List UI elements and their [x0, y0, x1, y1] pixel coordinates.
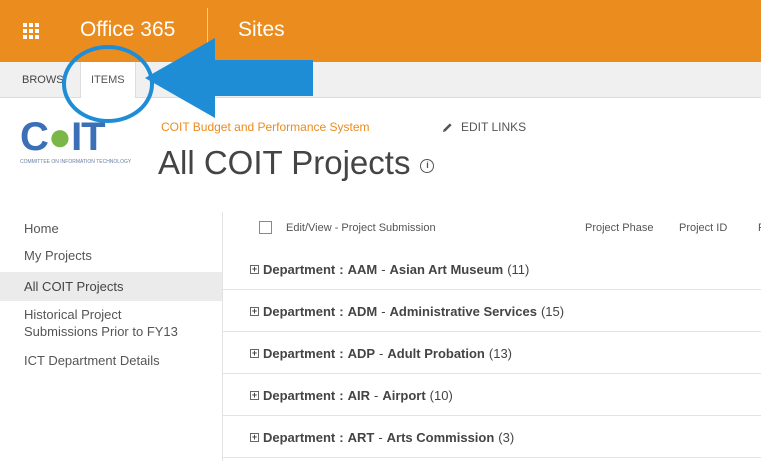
page-title-text: All COIT Projects [158, 144, 411, 181]
nav-item-my-projects[interactable]: My Projects [0, 244, 222, 267]
group-count: (13) [488, 346, 513, 361]
annotation-circle [62, 45, 154, 123]
group-department-name: Airport [382, 388, 426, 403]
group-separator: : [339, 346, 344, 361]
coit-logo[interactable]: C●IT COMMITTEE ON INFORMATION TECHNOLOGY [20, 117, 142, 165]
group-department-code: ADM [347, 304, 378, 319]
group-field-label: Department [263, 304, 336, 319]
group-department-code: ART [347, 430, 375, 445]
group-field-label: Department [263, 430, 336, 445]
tab-browse[interactable]: BROWS [22, 62, 64, 98]
waffle-icon [23, 23, 39, 39]
group-dash: - [378, 430, 383, 445]
group-field-label: Department [263, 388, 336, 403]
column-header-edit-view[interactable]: Edit/View - Project Submission [286, 222, 436, 234]
page-title: All COIT Projects i [158, 144, 435, 182]
quick-launch-nav: Home My Projects All COIT Projects Histo… [0, 212, 222, 372]
expand-plus-icon[interactable]: + [250, 307, 259, 316]
annotation-arrow-icon [145, 38, 313, 118]
group-separator: : [339, 430, 344, 445]
info-icon[interactable]: i [420, 159, 435, 173]
group-row[interactable]: + Department : ADM - Administrative Serv… [222, 290, 761, 332]
group-dash: - [379, 346, 384, 361]
group-row[interactable]: + Department : ADP - Adult Probation (13… [222, 332, 761, 374]
list-column-headers: Edit/View - Project Submission Project P… [222, 212, 761, 244]
group-count: (10) [429, 388, 453, 403]
group-department-code: ADP [347, 346, 376, 361]
column-header-project-phase[interactable]: Project Phase [585, 222, 653, 234]
group-department-code: AIR [347, 388, 370, 403]
expand-plus-icon[interactable]: + [250, 265, 259, 274]
group-department-name: Administrative Services [389, 304, 537, 319]
group-count: (3) [498, 430, 515, 445]
group-count: (11) [507, 262, 530, 277]
group-dash: - [381, 304, 386, 319]
group-department-name: Adult Probation [387, 346, 485, 361]
expand-plus-icon[interactable]: + [250, 391, 259, 400]
group-department-name: Asian Art Museum [389, 262, 504, 277]
column-header-project-id[interactable]: Project ID [679, 222, 727, 234]
group-field-label: Department [263, 346, 336, 361]
group-count: (15) [540, 304, 565, 319]
group-row[interactable]: + Department : AIR - Airport (10) [222, 374, 761, 416]
expand-plus-icon[interactable]: + [250, 433, 259, 442]
site-title-link[interactable]: COIT Budget and Performance System [161, 120, 370, 134]
nav-item-ict-department-details[interactable]: ICT Department Details [0, 349, 222, 372]
app-launcher-button[interactable] [0, 0, 62, 62]
group-department-name: Arts Commission [386, 430, 495, 445]
group-separator: : [339, 388, 344, 403]
coit-logo-tagline: COMMITTEE ON INFORMATION TECHNOLOGY [20, 159, 132, 165]
group-row[interactable]: + Department : ART - Arts Commission (3) [222, 416, 761, 458]
grouped-list: + Department : AAM - Asian Art Museum (1… [222, 248, 761, 458]
pencil-icon [443, 122, 452, 132]
edit-links-button[interactable]: EDIT LINKS [442, 120, 526, 134]
group-dash: - [373, 388, 379, 403]
nav-item-all-coit-projects[interactable]: All COIT Projects [0, 272, 222, 301]
group-field-label: Department [263, 262, 336, 277]
group-separator: : [339, 262, 344, 277]
select-all-checkbox[interactable] [259, 221, 272, 234]
nav-item-home[interactable]: Home [0, 217, 222, 240]
group-dash: - [381, 262, 386, 277]
group-separator: : [339, 304, 344, 319]
coit-logo-mark: C●IT [20, 115, 106, 159]
expand-plus-icon[interactable]: + [250, 349, 259, 358]
nav-item-historical-submissions[interactable]: Historical Project Submissions Prior to … [0, 303, 222, 343]
group-row[interactable]: + Department : AAM - Asian Art Museum (1… [222, 248, 761, 290]
group-department-code: AAM [347, 262, 378, 277]
edit-links-label: EDIT LINKS [461, 120, 527, 134]
